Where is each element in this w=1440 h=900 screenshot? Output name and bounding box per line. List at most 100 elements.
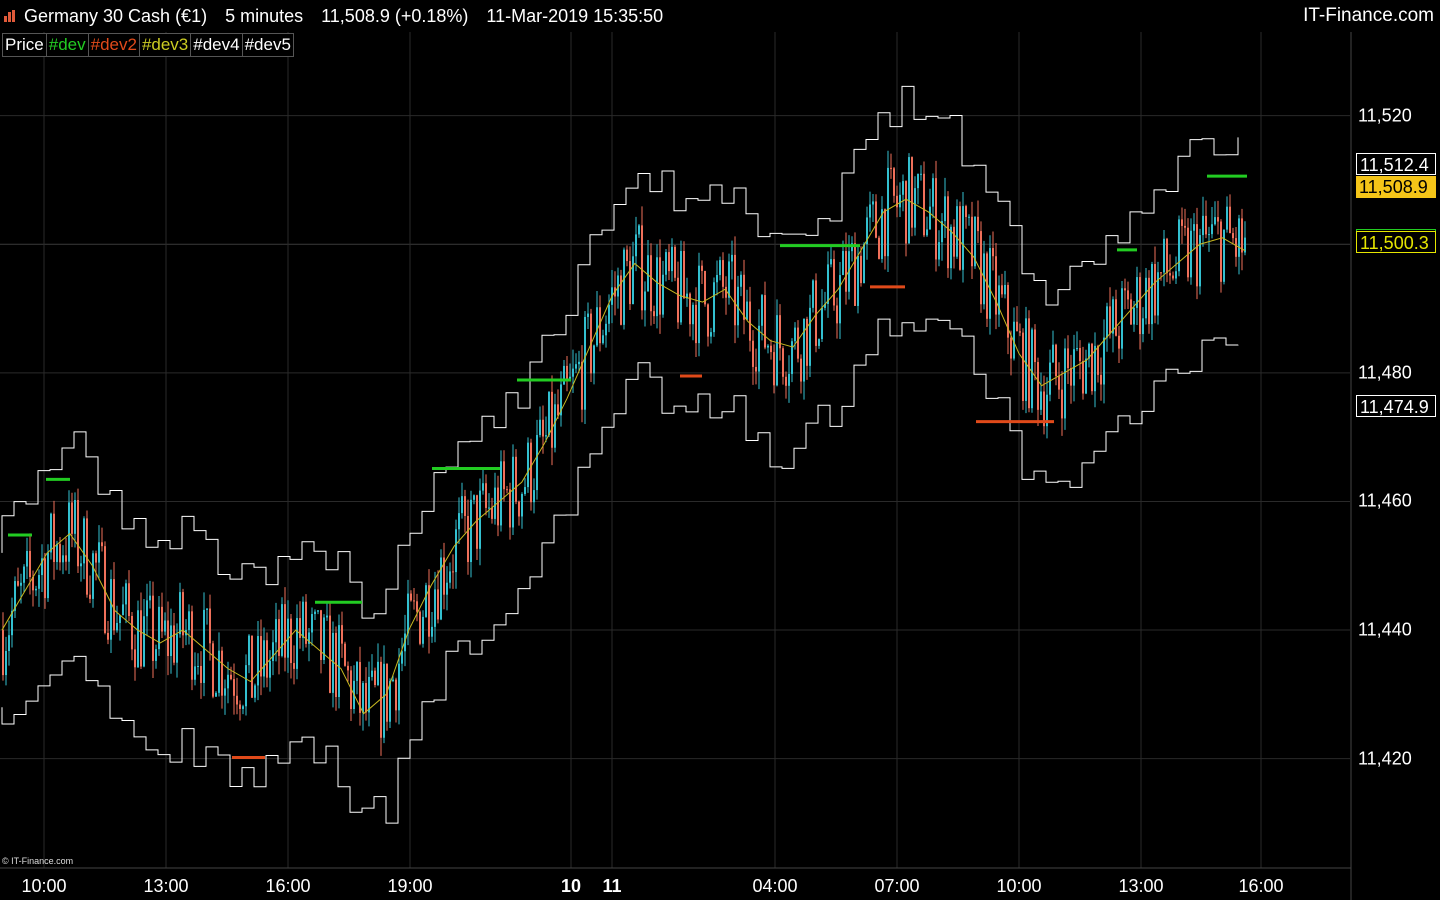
candle-body [1151,264,1153,325]
candle-body [551,391,553,448]
candle-body [71,502,73,534]
price-chart[interactable] [0,0,1440,900]
candle-body [755,366,757,372]
candle-body [524,487,526,495]
candle-body [1238,218,1240,257]
legend-item[interactable]: #dev5 [241,33,294,57]
candle-body [221,650,223,696]
candle-body [911,157,913,228]
legend-item[interactable]: #dev3 [138,33,192,57]
candle-body [494,487,496,519]
candle-body [50,513,52,553]
candle-body [392,679,394,682]
legend-item[interactable]: #dev2 [87,33,140,57]
candle-body [344,643,346,666]
candle-body [1091,343,1093,392]
candle-body [956,206,958,257]
candle-body [410,593,412,601]
candle-body [746,301,748,320]
candle-body [1016,321,1018,332]
candle-body [170,625,172,657]
candle-body [644,291,646,311]
candle-body [827,264,829,304]
candle-body [131,615,133,650]
candle-body [467,515,469,563]
candle-body [101,542,103,547]
candle-body [995,256,997,315]
candle-body [458,513,460,530]
candle-body [944,196,946,222]
candle-body [1139,277,1141,335]
candle-body [530,442,532,503]
candle-body [965,206,967,218]
time-label: 13:00 [1118,876,1164,896]
candle-body [1202,215,1204,236]
candle-body [1001,285,1003,295]
candle-body [698,265,700,344]
candle-body [542,419,544,437]
candle-body [1097,345,1099,375]
candle-body [491,507,493,519]
time-label: 11 [602,876,622,896]
candle-body [431,626,433,637]
candle-body [1055,344,1057,377]
timeframe-label[interactable]: 5 minutes [225,6,303,26]
candle-body [1028,318,1030,409]
candle-body [635,234,637,257]
price-label: 11,460 [1358,490,1412,511]
candle-body [1223,229,1225,282]
candle-body [341,625,343,644]
candle-body [662,274,664,315]
legend-item[interactable]: Price [2,33,47,57]
candle-body [413,600,415,602]
candle-body [1190,230,1192,278]
candle-body [263,640,265,677]
candle-body [266,640,268,678]
candle-body [122,604,124,616]
candle-body [89,594,91,599]
candle-body [701,265,703,271]
candle-body [212,643,214,697]
candle-body [947,196,949,269]
candle-body [275,619,277,643]
legend-item[interactable]: #dev4 [190,33,243,57]
candle-body [485,483,487,508]
candle-body [173,625,175,663]
candle-body [1094,345,1096,392]
candle-body [1049,362,1051,395]
candle-body [1106,306,1108,338]
chart-menu-icon[interactable] [4,10,16,22]
candle-body [17,581,19,586]
candle-body [872,201,874,205]
candle-body [1025,318,1027,401]
candle-body [878,237,880,259]
candle-body [719,260,721,276]
legend-item[interactable]: #dev [45,33,89,57]
candle-body [1160,272,1162,274]
candle-body [584,316,586,410]
candle-body [842,251,844,276]
candle-body [1034,329,1036,363]
candle-body [314,611,316,615]
candle-body [581,361,583,410]
candle-body [425,585,427,617]
candle-body [1193,224,1195,231]
candle-body [1205,215,1207,235]
candle-body [365,683,367,713]
candle-body [773,352,775,386]
candle-body [1163,238,1165,273]
candle-body [989,248,991,319]
candle-body [623,249,625,325]
candle-body [98,542,100,563]
candle-body [1085,358,1087,394]
candle-body [758,325,760,372]
candle-body [452,571,454,573]
candle-body [407,593,409,634]
candle-body [80,563,82,567]
candle-body [461,496,463,514]
candle-body [1181,219,1183,226]
candle-body [242,706,244,709]
candle-body [44,558,46,599]
candle-body [503,461,505,490]
candle-body [95,553,97,563]
